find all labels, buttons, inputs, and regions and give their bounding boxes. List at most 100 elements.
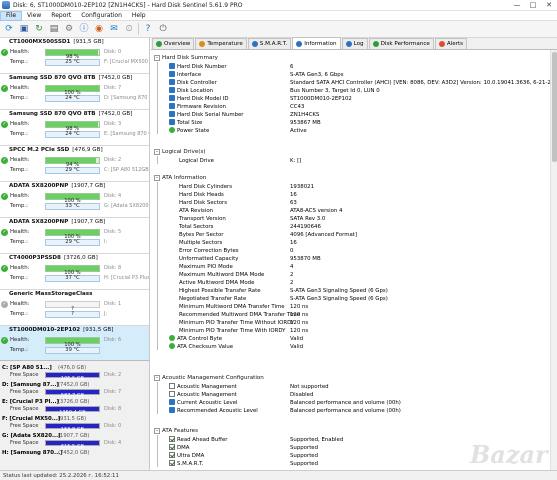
tree-line bbox=[157, 382, 158, 414]
temperature-icon bbox=[199, 41, 206, 47]
info-icon[interactable]: ⓘ bbox=[78, 23, 90, 35]
info-key-text: ATA Control Byte bbox=[177, 336, 223, 342]
disk-entry[interactable]: CT1000MX500SSD1 [931,5 GB] ✓ Health: 98 % Dis… bbox=[0, 38, 149, 74]
test-icon[interactable]: ◉ bbox=[93, 23, 105, 35]
info-key-text: Acoustic Management bbox=[177, 392, 237, 398]
info-value: ST1000DM010-2EP102 bbox=[290, 96, 352, 102]
close-button[interactable]: ✕ bbox=[541, 0, 557, 11]
menu-file[interactable]: File bbox=[0, 10, 23, 21]
volume-entry[interactable]: C: [SP A80 51...] (476,0 GB) Free Space 105… bbox=[0, 365, 150, 382]
tab-bar: Overview Temperature S.M.A.R.T. Information… bbox=[151, 37, 557, 50]
volume-size: (7452,0 GB) bbox=[58, 382, 90, 388]
info-key: Unformatted Capacity bbox=[179, 255, 238, 263]
info-key: Hard Disk Sectors bbox=[179, 199, 227, 207]
tab-disk-performance[interactable]: Disk Performance bbox=[368, 38, 434, 49]
tab-temperature[interactable]: Temperature bbox=[195, 38, 247, 49]
menu-help[interactable]: Help bbox=[127, 11, 151, 21]
health-label: Health: bbox=[10, 337, 30, 343]
info-key: Logical Drive bbox=[179, 157, 214, 165]
info-value: 953870 MB bbox=[290, 256, 321, 262]
tab-s-m-a-r-t[interactable]: S.M.A.R.T. bbox=[247, 38, 292, 49]
info-key: Total Size bbox=[169, 119, 202, 127]
section-ata-info[interactable]: – ATA Information bbox=[154, 174, 549, 182]
volume-entry[interactable]: F: [Crucial MX50...] (931,5 GB) Free Space… bbox=[0, 416, 150, 433]
section-ata-features[interactable]: – ATA Features bbox=[154, 427, 549, 435]
volume-entry[interactable]: D: [Samsung 87...] (7452,0 GB) Free Space 5… bbox=[0, 382, 150, 399]
temperature-label: Temp.: bbox=[10, 59, 28, 65]
health-ok-icon: ✓ bbox=[1, 193, 8, 200]
schedule-icon[interactable]: ⏲ bbox=[123, 23, 135, 35]
info-key-text: Minimum Multiword DMA Transfer Time bbox=[179, 304, 285, 310]
tab-alerts[interactable]: Alerts bbox=[434, 38, 468, 49]
collapse-icon[interactable]: – bbox=[154, 427, 160, 434]
info-key-text: Current Acoustic Level bbox=[177, 400, 238, 406]
temperature-value: 33 °C bbox=[65, 203, 80, 209]
collapse-icon[interactable]: – bbox=[154, 148, 160, 155]
collapse-icon[interactable]: – bbox=[154, 374, 160, 381]
menu-view[interactable]: View bbox=[22, 11, 46, 21]
disk-entry[interactable]: ADATA SX8200PNP [1907,7 GB] ✓ Health: 100 % D… bbox=[0, 218, 149, 254]
health-row: ✓ Health: 100 % Disk: 4 bbox=[0, 192, 149, 204]
disk-entry[interactable]: Samsung SSD 870 QVO 8TB [7452,0 GB] ✓ Healt… bbox=[0, 110, 149, 146]
disk-size: [7452,0 GB] bbox=[98, 111, 133, 117]
free-space-label: Free Space bbox=[10, 440, 39, 446]
volume-entry[interactable]: H: [Samsung 870...] (7452,0 GB) bbox=[0, 450, 150, 463]
free-space-value: 615,5 GB bbox=[60, 444, 85, 450]
details-scrollbar[interactable] bbox=[550, 50, 557, 470]
volume-entry[interactable]: G: [Adata SX820...] (1907,7 GB) Free Space… bbox=[0, 433, 150, 450]
menu-configuration[interactable]: Configuration bbox=[76, 11, 127, 21]
health-ok-icon: ✓ bbox=[1, 265, 8, 272]
app-icon bbox=[2, 1, 10, 9]
info-key: Recommended Multiword DMA Transfer Time bbox=[179, 311, 300, 319]
disk-entry[interactable]: CT4000P3PSSD8 [3726,0 GB] ✓ Health: 100 % Dis… bbox=[0, 254, 149, 290]
disk-entry[interactable]: Samsung SSD 870 QVO 8TB [7452,0 GB] ✓ Healt… bbox=[0, 74, 149, 110]
section-logical-drives[interactable]: – Logical Drive(s) bbox=[154, 148, 549, 156]
temperature-bar: 29 °C bbox=[45, 239, 100, 246]
settings-icon[interactable]: ⚙ bbox=[63, 23, 75, 35]
disk-entry[interactable]: ST1000DM010-2EP102 [931,5 GB] ✓ Health: 100 … bbox=[0, 326, 149, 360]
minimize-button[interactable]: — bbox=[509, 0, 525, 11]
collapse-icon[interactable]: – bbox=[154, 54, 160, 61]
tab-label: Disk Performance bbox=[380, 41, 430, 47]
tab-overview[interactable]: Overview bbox=[152, 38, 195, 49]
tab-information[interactable]: Information bbox=[292, 37, 341, 49]
health-bar: 100 % bbox=[45, 193, 100, 204]
scrollbar-thumb[interactable] bbox=[552, 52, 557, 162]
free-space-label: Free Space bbox=[10, 389, 39, 395]
refresh-icon[interactable]: ⟳ bbox=[3, 23, 15, 35]
collapse-icon[interactable]: – bbox=[154, 174, 160, 181]
free-space-value: 1359,4 GB bbox=[59, 410, 86, 416]
save-icon[interactable]: ▣ bbox=[18, 23, 30, 35]
section-hd-summary[interactable]: – Hard Disk Summary bbox=[154, 54, 549, 62]
menu-report[interactable]: Report bbox=[46, 11, 76, 21]
info-key-text: Firmware Revision bbox=[177, 104, 226, 110]
temperature-bar: ? bbox=[45, 311, 100, 318]
section-acoustic[interactable]: – Acoustic Management Configuration bbox=[154, 374, 549, 382]
info-key: S.M.A.R.T. bbox=[169, 460, 203, 468]
tree-line bbox=[157, 182, 158, 350]
disk-icon[interactable]: ▤ bbox=[48, 23, 60, 35]
report-icon[interactable]: ✉ bbox=[108, 23, 120, 35]
info-key: Minimum Multiword DMA Transfer Time bbox=[179, 303, 285, 311]
disk-volume: E: [Samsung 870 QVO] bbox=[104, 131, 149, 137]
property-icon bbox=[169, 460, 175, 466]
disk-name: Samsung SSD 870 QVO 8TB [7452,0 GB] bbox=[0, 110, 149, 119]
window-title: Disk: 6, ST1000DM010-2EP102 [ZN1H4CKS] -… bbox=[13, 1, 243, 9]
maximize-button[interactable]: □ bbox=[525, 0, 541, 11]
tab-log[interactable]: Log bbox=[341, 38, 368, 49]
temperature-value: 29 °C bbox=[65, 167, 80, 173]
volume-size: (1907,7 GB) bbox=[58, 433, 90, 439]
info-key-text: ATA Checksum Value bbox=[177, 344, 234, 350]
volume-entry[interactable]: E: [Crucial P3 Pl...] (3726,0 GB) Free Spa… bbox=[0, 399, 150, 416]
info-key: DMA bbox=[169, 444, 190, 452]
temperature-label: Temp.: bbox=[10, 239, 28, 245]
disk-volume: F: [Crucial MX500 1TB] bbox=[104, 59, 149, 65]
disk-entry[interactable]: Generic MassStorageClass ✓ Health:? Disk: 1… bbox=[0, 290, 149, 326]
help-icon[interactable]: ? bbox=[142, 23, 154, 35]
power-icon[interactable]: ⏻ bbox=[157, 23, 169, 35]
reload-icon[interactable]: ↻ bbox=[33, 23, 45, 35]
disk-entry[interactable]: ADATA SX8200PNP [1907,7 GB] ✓ Health: 100 % D… bbox=[0, 182, 149, 218]
disk-number: Disk: 1 bbox=[104, 301, 122, 307]
disk-entry[interactable]: SPCC M.2 PCIe SSD [476,9 GB] ✓ Health: 94 % D… bbox=[0, 146, 149, 182]
info-key: ATA Checksum Value bbox=[169, 343, 233, 351]
